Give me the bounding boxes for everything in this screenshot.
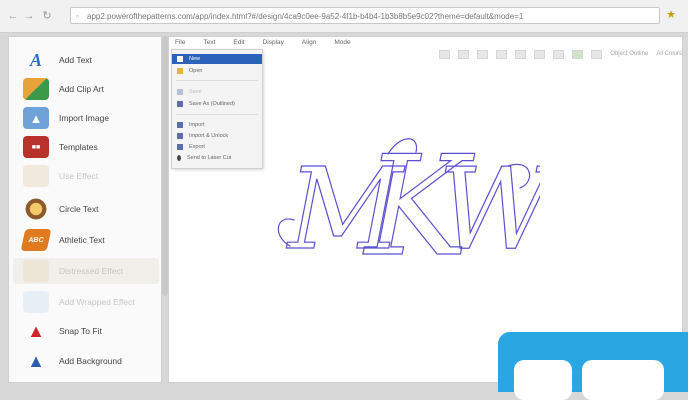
sidebar-label: Add Background bbox=[59, 356, 122, 366]
sidebar-label: Circle Text bbox=[59, 204, 99, 214]
import-image-icon: ▲ bbox=[23, 107, 49, 129]
page-icon: ▫ bbox=[76, 12, 79, 21]
wrap-icon bbox=[23, 291, 49, 313]
file-menu-item-open[interactable]: Open bbox=[172, 66, 262, 76]
menu-item-label: Save bbox=[189, 89, 202, 95]
monogram-letter-w: W bbox=[438, 145, 540, 275]
save-icon bbox=[177, 89, 183, 95]
file-menu-item-save-as[interactable]: Save As (Outlined) bbox=[172, 99, 262, 109]
clip-art-icon bbox=[23, 78, 49, 100]
zoom-out-button[interactable] bbox=[496, 49, 508, 59]
file-menu-item-save[interactable]: Save bbox=[172, 87, 262, 97]
menu-mode[interactable]: Mode bbox=[334, 39, 350, 46]
group-button[interactable] bbox=[515, 49, 527, 59]
logo-shape bbox=[514, 360, 572, 400]
browser-toolbar: ← → ↻ ▫ app2.powerofthepatterns.com/app/… bbox=[0, 0, 688, 33]
file-menu-item-import-unlock[interactable]: Import & Unlock bbox=[172, 131, 262, 141]
brand-logo-badge bbox=[498, 332, 688, 400]
menu-divider bbox=[176, 114, 258, 115]
snap-to-fit-icon: ▲ bbox=[27, 320, 45, 341]
menu-item-label: Import & Unlock bbox=[189, 133, 229, 139]
ungroup-button[interactable] bbox=[534, 49, 546, 59]
folder-icon bbox=[177, 68, 183, 74]
tools-sidebar: A Add Text Add Clip Art ▲ Import Image ■… bbox=[8, 36, 162, 383]
file-menu-item-send[interactable]: Send to Laser Cut bbox=[172, 153, 262, 163]
menu-display[interactable]: Display bbox=[263, 39, 284, 46]
menu-align[interactable]: Align bbox=[302, 39, 316, 46]
sidebar-item-athletic-text[interactable]: ABC Athletic Text bbox=[13, 227, 159, 253]
import-unlock-icon bbox=[177, 133, 183, 139]
address-bar[interactable]: ▫ app2.powerofthepatterns.com/app/index.… bbox=[70, 7, 660, 24]
menu-file[interactable]: File bbox=[175, 39, 185, 46]
sidebar-label: Athletic Text bbox=[59, 235, 105, 245]
color-button[interactable] bbox=[572, 49, 584, 59]
sidebar-label: Distressed Effect bbox=[59, 266, 124, 276]
file-menu-item-import[interactable]: Import bbox=[172, 120, 262, 130]
save-as-icon bbox=[177, 101, 183, 107]
sidebar-item-add-text[interactable]: A Add Text bbox=[13, 47, 159, 73]
flip-button[interactable] bbox=[591, 49, 603, 59]
templates-icon: ■■ bbox=[23, 136, 49, 158]
sidebar-label: Use Effect bbox=[59, 171, 99, 181]
zoom-in-button[interactable] bbox=[477, 49, 489, 59]
sidebar-item-circle-text[interactable]: Circle Text bbox=[13, 196, 159, 222]
layer-button[interactable] bbox=[553, 49, 565, 59]
menu-text[interactable]: Text bbox=[203, 39, 215, 46]
export-icon bbox=[177, 144, 183, 150]
file-menu-item-new[interactable]: New bbox=[172, 54, 262, 64]
effect-icon bbox=[23, 165, 49, 187]
forward-icon[interactable]: → bbox=[22, 9, 36, 23]
menu-item-label: Open bbox=[189, 68, 203, 74]
reload-icon[interactable]: ↻ bbox=[40, 9, 54, 23]
back-icon[interactable]: ← bbox=[6, 9, 20, 23]
sidebar-label: Templates bbox=[59, 142, 98, 152]
new-icon bbox=[177, 56, 183, 62]
background-icon: ▲ bbox=[27, 350, 45, 371]
menu-divider bbox=[176, 80, 258, 81]
monogram-artwork[interactable]: M K W bbox=[270, 128, 540, 278]
url-text: app2.powerofthepatterns.com/app/index.ht… bbox=[87, 12, 524, 21]
sidebar-label: Add Text bbox=[59, 55, 92, 65]
file-menu-item-export[interactable]: Export bbox=[172, 142, 262, 152]
circle-text-icon bbox=[23, 198, 49, 220]
redo-button[interactable] bbox=[458, 49, 470, 59]
add-text-icon: A bbox=[29, 49, 42, 70]
import-icon bbox=[177, 122, 183, 128]
editor-toolbar: Object Outline All Colors bbox=[265, 49, 682, 59]
menu-item-label: New bbox=[189, 56, 201, 62]
sidebar-item-effect[interactable]: Use Effect bbox=[13, 163, 159, 189]
logo-shape bbox=[582, 360, 664, 400]
toolbar-label[interactable]: Object Outline bbox=[610, 51, 648, 57]
sidebar-item-templates[interactable]: ■■ Templates bbox=[13, 134, 159, 160]
sidebar-label: Add Clip Art bbox=[59, 84, 104, 94]
sidebar-item-add-clip-art[interactable]: Add Clip Art bbox=[13, 76, 159, 102]
distress-icon bbox=[23, 260, 49, 282]
undo-button[interactable] bbox=[439, 49, 451, 59]
sidebar-label: Snap To Fit bbox=[59, 326, 102, 336]
monogram-outline-strokes: M K W bbox=[277, 128, 540, 278]
sidebar-item-import-image[interactable]: ▲ Import Image bbox=[13, 105, 159, 131]
athletic-text-icon: ABC bbox=[20, 229, 52, 251]
toolbar-label[interactable]: All Colors bbox=[656, 51, 682, 57]
sidebar-label: Add Wrapped Effect bbox=[59, 297, 135, 307]
sidebar-item-distressed[interactable]: Distressed Effect bbox=[13, 258, 159, 284]
bookmark-star-icon[interactable]: ★ bbox=[666, 8, 676, 21]
sidebar-item-add-background[interactable]: ▲ Add Background bbox=[13, 348, 159, 374]
menu-edit[interactable]: Edit bbox=[233, 39, 244, 46]
menu-item-label: Send to Laser Cut bbox=[187, 155, 232, 161]
menu-item-label: Import bbox=[189, 122, 205, 128]
sidebar-item-snap-to-fit[interactable]: ▲ Snap To Fit bbox=[13, 318, 159, 344]
menu-item-label: Export bbox=[189, 144, 205, 150]
sidebar-label: Import Image bbox=[59, 113, 110, 123]
menu-item-label: Save As (Outlined) bbox=[189, 101, 235, 107]
file-menu-dropdown: New Open Save Save As (Outlined) Import … bbox=[171, 49, 263, 169]
menu-bar: File Text Edit Display Align Mode bbox=[169, 37, 688, 48]
sidebar-item-wrapped[interactable]: Add Wrapped Effect bbox=[13, 289, 159, 315]
pin-icon bbox=[177, 155, 181, 161]
